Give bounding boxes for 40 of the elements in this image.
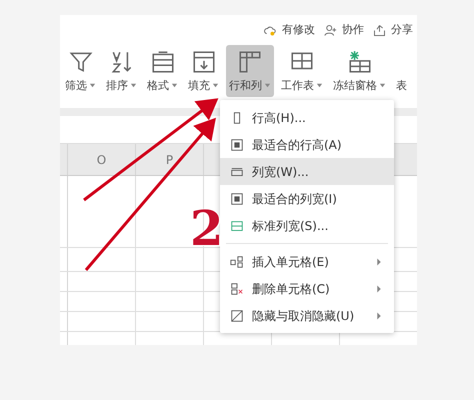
- toolbar-link[interactable]: 分享: [372, 22, 413, 38]
- insert-cells-icon: [230, 254, 244, 268]
- toolbar-button[interactable]: 格式: [144, 45, 181, 96]
- hide-icon: [230, 308, 244, 322]
- share-icon: [372, 22, 387, 38]
- caret-icon: [130, 82, 137, 89]
- menu-item[interactable]: 行高(H)...: [220, 104, 394, 131]
- rows-columns-icon: [237, 49, 263, 75]
- toolbar-button[interactable]: 筛选: [62, 45, 99, 96]
- toolbar-button[interactable]: 表: [393, 45, 410, 96]
- menu-item[interactable]: 隐藏与取消隐藏(U): [220, 302, 394, 329]
- menu-item[interactable]: 列宽(W)...: [220, 158, 394, 185]
- caret-icon: [264, 82, 271, 89]
- toolbar-link[interactable]: 有修改: [263, 22, 315, 38]
- caret-icon: [379, 82, 386, 89]
- toolbar-button[interactable]: 冻结窗格: [330, 45, 389, 96]
- caret-icon: [212, 82, 219, 89]
- freeze-panes-icon: [346, 49, 372, 75]
- menu-item[interactable]: 删除单元格(C): [220, 275, 394, 302]
- menu-item[interactable]: 插入单元格(E): [220, 248, 394, 275]
- autofit-icon: [230, 138, 244, 152]
- toolbar-link[interactable]: 协作: [323, 22, 364, 38]
- toolbar-button[interactable]: 排序: [103, 45, 140, 96]
- delete-cells-icon: [230, 282, 244, 296]
- toolbar-button[interactable]: 工作表: [278, 45, 326, 96]
- person-add-icon: [323, 22, 338, 38]
- caret-icon: [89, 82, 96, 89]
- caret-icon: [171, 82, 178, 89]
- column-header: O: [68, 144, 136, 175]
- fill-down-icon: [190, 49, 216, 75]
- menu-item[interactable]: 标准列宽(S)...: [220, 212, 394, 239]
- autofit-icon: [230, 192, 244, 206]
- standard-width-icon: [230, 218, 244, 232]
- toolbar-button[interactable]: 行和列: [226, 45, 274, 96]
- menu-item[interactable]: 最适合的行高(A): [220, 131, 394, 158]
- column-header: P: [136, 144, 204, 175]
- table-icon: [150, 49, 176, 75]
- menu-item[interactable]: 最适合的列宽(I): [220, 185, 394, 212]
- caret-icon: [316, 82, 323, 89]
- toolbar-button[interactable]: 填充: [185, 45, 222, 96]
